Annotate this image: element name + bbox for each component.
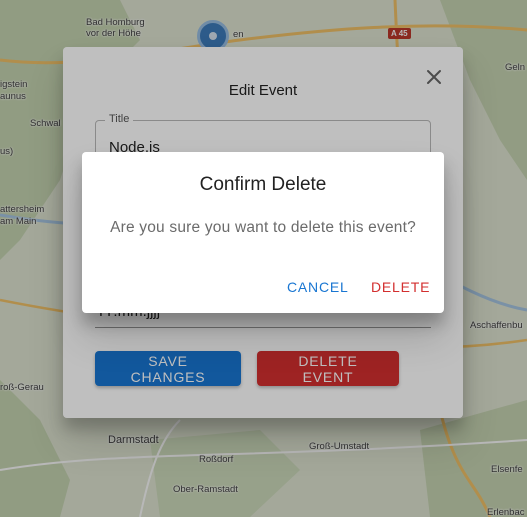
cancel-button[interactable]: CANCEL (281, 273, 355, 301)
confirm-delete-button[interactable]: DELETE (365, 273, 436, 301)
confirm-delete-dialog: Confirm Delete Are you sure you want to … (82, 152, 444, 313)
confirm-dialog-title: Confirm Delete (199, 174, 327, 195)
confirm-dialog-message: Are you sure you want to delete this eve… (110, 219, 416, 236)
